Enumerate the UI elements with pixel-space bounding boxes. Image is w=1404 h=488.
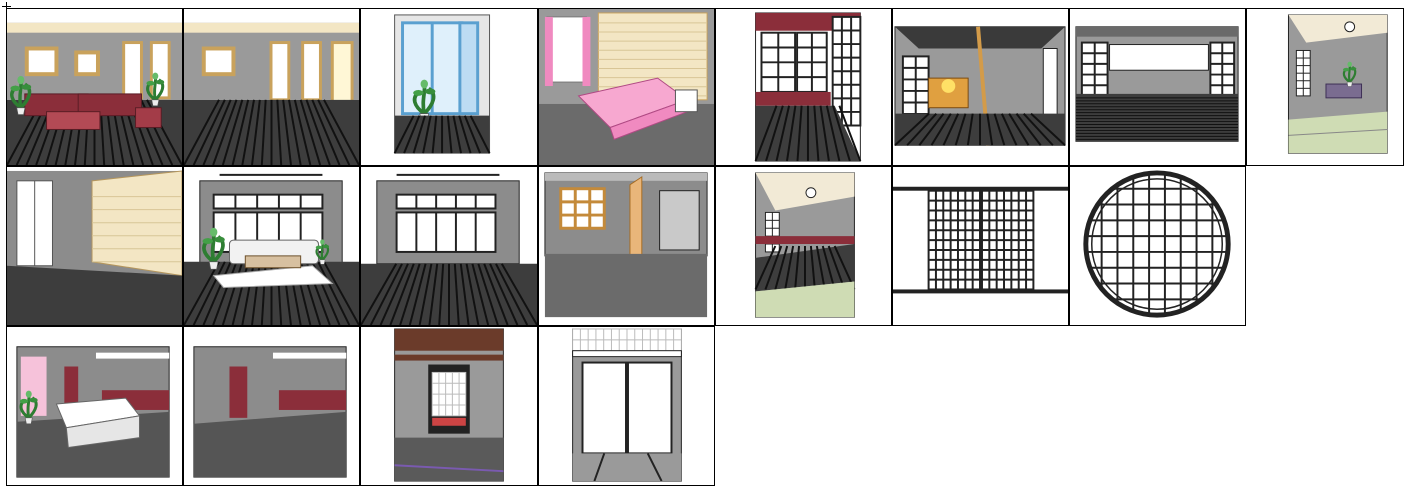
- tile-round-lattice-window-illustration: [1070, 167, 1245, 325]
- tile-japanese-room-lattice-transom[interactable]: [538, 326, 715, 486]
- tile-japanese-room-front-view[interactable]: [1069, 8, 1246, 166]
- tile-window-with-plant[interactable]: [360, 8, 538, 166]
- tile-western-living-room-furnished-illustration: [7, 9, 182, 165]
- tile-empty-room-window-wall[interactable]: [360, 166, 538, 326]
- tile-living-room-white-sofa[interactable]: [183, 166, 360, 326]
- tile-japanese-tatami-room-empty[interactable]: [715, 166, 892, 326]
- tile-room-with-open-door-illustration: [539, 167, 714, 325]
- tile-room-with-wood-panel-wall[interactable]: [6, 166, 183, 326]
- tile-bedroom-pink-bed-illustration: [539, 9, 714, 165]
- tile-japanese-room-tokonoma[interactable]: [892, 8, 1069, 166]
- tile-japanese-tatami-room-with-table[interactable]: [1246, 8, 1404, 166]
- tile-japanese-shoji-corridor-illustration: [716, 9, 891, 165]
- tile-modern-room-with-sofa[interactable]: [6, 326, 183, 486]
- tile-japanese-shoji-corridor[interactable]: [715, 8, 892, 166]
- tile-empty-room-window-wall-illustration: [361, 167, 537, 325]
- tile-modern-room-with-sofa-illustration: [7, 327, 182, 485]
- tile-japanese-room-front-view-illustration: [1070, 9, 1245, 165]
- tile-japanese-room-lattice-transom-illustration: [539, 327, 714, 485]
- tile-window-with-plant-illustration: [361, 9, 537, 165]
- tile-bedroom-pink-bed[interactable]: [538, 8, 715, 166]
- tile-japanese-interior-alcove-illustration: [361, 327, 537, 485]
- tile-room-with-wood-panel-wall-illustration: [7, 167, 182, 325]
- tile-western-living-room-furnished[interactable]: [6, 8, 183, 166]
- tile-modern-room-empty-illustration: [184, 327, 359, 485]
- tile-living-room-white-sofa-illustration: [184, 167, 359, 325]
- tile-japanese-tatami-room-empty-illustration: [716, 167, 891, 325]
- tile-shoji-sliding-doors[interactable]: [892, 166, 1069, 326]
- tile-room-with-open-door[interactable]: [538, 166, 715, 326]
- tile-round-lattice-window[interactable]: [1069, 166, 1246, 326]
- tile-japanese-room-tokonoma-illustration: [893, 9, 1068, 165]
- tile-japanese-tatami-room-with-table-illustration: [1247, 9, 1403, 165]
- tile-shoji-sliding-doors-illustration: [893, 167, 1068, 325]
- tile-western-living-room-empty-illustration: [184, 9, 359, 165]
- tile-modern-room-empty[interactable]: [183, 326, 360, 486]
- image-gallery-grid: [6, 8, 1404, 488]
- tile-western-living-room-empty[interactable]: [183, 8, 360, 166]
- tile-japanese-interior-alcove[interactable]: [360, 326, 538, 486]
